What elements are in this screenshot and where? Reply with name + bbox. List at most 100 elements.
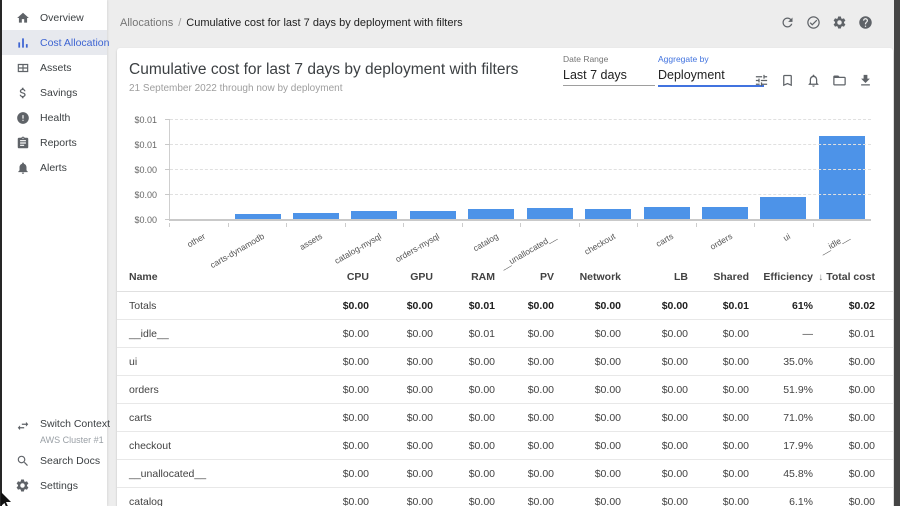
chart-y-tick-label: $0.00 (125, 165, 157, 175)
cell-gpu: $0.00 (369, 440, 433, 452)
sidebar-item-label: Savings (40, 87, 77, 99)
table-body: Totals$0.00$0.00$0.01$0.00$0.00$0.00$0.0… (117, 292, 893, 506)
sidebar-item-overview[interactable]: Overview (2, 5, 107, 30)
sidebar-nav: Overview Cost Allocation Assets Savings Heal… (2, 0, 107, 180)
chart-bar-slot (345, 120, 403, 220)
sidebar-item-label: Alerts (40, 162, 67, 174)
cell-total-cost: $0.00 (813, 384, 875, 396)
bookmark-icon[interactable] (779, 72, 795, 88)
cell-shared: $0.00 (688, 328, 749, 340)
sidebar-item-search-docs[interactable]: Search Docs (2, 448, 107, 473)
sidebar-item-alerts[interactable]: Alerts (2, 155, 107, 180)
bar-ui[interactable] (760, 197, 806, 220)
cell-shared: $0.00 (688, 496, 749, 506)
cell-shared: $0.00 (688, 384, 749, 396)
cell-shared: $0.00 (688, 356, 749, 368)
sidebar-item-savings[interactable]: Savings (2, 80, 107, 105)
sidebar-item-label: Health (40, 112, 70, 124)
sidebar-item-assets[interactable]: Assets (2, 55, 107, 80)
cell-ram: $0.01 (433, 300, 495, 312)
help-icon[interactable] (857, 14, 874, 31)
cell-name: __idle__ (129, 328, 305, 340)
sidebar-item-reports[interactable]: Reports (2, 130, 107, 155)
tune-icon[interactable] (753, 72, 769, 88)
sidebar-item-cost-allocation[interactable]: Cost Allocation (2, 30, 107, 55)
chart-y-tick-label: $0.00 (125, 215, 157, 225)
chart-y-tick (165, 119, 170, 120)
sidebar-item-health[interactable]: Health (2, 105, 107, 130)
bar-__idle__[interactable] (819, 136, 865, 220)
aggregate-by-field[interactable]: Aggregate by Deployment (658, 54, 764, 87)
cell-cpu: $0.00 (305, 328, 369, 340)
chart-x-tick (286, 223, 287, 227)
window-scrollbar-edge[interactable] (894, 0, 900, 506)
dollar-icon (15, 85, 30, 100)
chart-bar-slot (404, 120, 462, 220)
sidebar-item-settings[interactable]: Settings (2, 473, 107, 498)
cell-network: $0.00 (554, 440, 621, 452)
cell-pv: $0.00 (495, 496, 554, 506)
topbar: Allocations / Cumulative cost for last 7… (107, 0, 894, 48)
cell-efficiency: 35.0% (749, 356, 813, 368)
table-row-__unallocated__[interactable]: __unallocated__$0.00$0.00$0.00$0.00$0.00… (117, 460, 893, 488)
assets-grid-icon (15, 60, 30, 75)
download-icon[interactable] (857, 72, 873, 88)
sidebar-item-label: Search Docs (40, 455, 100, 467)
breadcrumb-current-page: Cumulative cost for last 7 days by deplo… (186, 17, 462, 29)
cell-lb: $0.00 (621, 496, 688, 506)
cell-total-cost: $0.00 (813, 412, 875, 424)
sidebar-item-label: Cost Allocation (40, 37, 109, 49)
breadcrumb: Allocations / Cumulative cost for last 7… (120, 17, 463, 29)
aggregate-by-value[interactable]: Deployment (658, 68, 764, 87)
chart-y-tick (165, 169, 170, 170)
table-row-totals[interactable]: Totals$0.00$0.00$0.01$0.00$0.00$0.00$0.0… (117, 292, 893, 320)
cell-name: checkout (129, 440, 305, 452)
bell-outline-icon[interactable] (805, 72, 821, 88)
report-card: Cumulative cost for last 7 days by deplo… (117, 48, 893, 506)
health-icon (15, 110, 30, 125)
table-row-ui[interactable]: ui$0.00$0.00$0.00$0.00$0.00$0.00$0.0035.… (117, 348, 893, 376)
chart-x-tick (228, 223, 229, 227)
chart-bar-slot (637, 120, 695, 220)
chart-bar-slot (170, 120, 228, 220)
gear-icon[interactable] (831, 14, 848, 31)
chart-y-tick (165, 219, 170, 220)
cell-cpu: $0.00 (305, 412, 369, 424)
gear-icon (15, 478, 30, 493)
date-range-field[interactable]: Date Range Last 7 days (563, 54, 655, 86)
sidebar-item-switch-context[interactable]: Switch ContextAWS Cluster #1 (2, 414, 107, 448)
folder-icon[interactable] (831, 72, 847, 88)
table-header-total-cost[interactable]: ↓Total cost (813, 271, 875, 283)
table-row-checkout[interactable]: checkout$0.00$0.00$0.00$0.00$0.00$0.00$0… (117, 432, 893, 460)
cell-ram: $0.01 (433, 328, 495, 340)
chart-bar-slot (579, 120, 637, 220)
sidebar-footer: Switch ContextAWS Cluster #1 Search Docs S… (2, 414, 107, 506)
cell-name: carts (129, 412, 305, 424)
table-row-__idle__[interactable]: __idle__$0.00$0.00$0.01$0.00$0.00$0.00$0… (117, 320, 893, 348)
cell-network: $0.00 (554, 356, 621, 368)
chart-gridline (170, 194, 871, 195)
kubecost-app: Overview Cost Allocation Assets Savings Heal… (0, 0, 900, 506)
cell-efficiency: 71.0% (749, 412, 813, 424)
cell-network: $0.00 (554, 384, 621, 396)
chart-bar-slot (462, 120, 520, 220)
mouse-cursor (0, 492, 14, 506)
cell-lb: $0.00 (621, 356, 688, 368)
chart-y-tick-label: $0.00 (125, 190, 157, 200)
refresh-icon[interactable] (779, 14, 796, 31)
chart-x-tick (403, 223, 404, 227)
table-row-orders[interactable]: orders$0.00$0.00$0.00$0.00$0.00$0.00$0.0… (117, 376, 893, 404)
cell-ram: $0.00 (433, 468, 495, 480)
chart-y-tick (165, 194, 170, 195)
date-range-value[interactable]: Last 7 days (563, 68, 655, 86)
cell-gpu: $0.00 (369, 468, 433, 480)
check-circle-icon[interactable] (805, 14, 822, 31)
table-header-name[interactable]: Name (129, 271, 305, 283)
breadcrumb-allocations-link[interactable]: Allocations (120, 17, 173, 29)
cell-total-cost: $0.00 (813, 356, 875, 368)
cell-pv: $0.00 (495, 384, 554, 396)
cell-name: catalog (129, 496, 305, 506)
window-left-edge (0, 0, 2, 506)
table-row-catalog[interactable]: catalog$0.00$0.00$0.00$0.00$0.00$0.00$0.… (117, 488, 893, 506)
table-row-carts[interactable]: carts$0.00$0.00$0.00$0.00$0.00$0.00$0.00… (117, 404, 893, 432)
